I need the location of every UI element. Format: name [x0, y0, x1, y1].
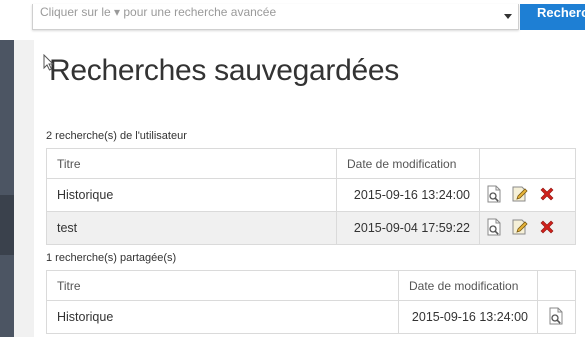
search-placeholder: Cliquer sur le ▾ pour une recherche avan… [40, 5, 277, 19]
user-searches-count: 2 recherche(s) de l'utilisateur [46, 130, 187, 142]
edit-icon[interactable] [511, 218, 529, 239]
main-content: Recherches sauvegardées 2 recherche(s) d… [34, 40, 585, 337]
shared-searches-table: Titre Date de modification Historique 20… [46, 270, 576, 334]
search-title: Historique [46, 300, 399, 334]
column-header-title: Titre [46, 270, 399, 301]
edit-icon[interactable] [511, 185, 529, 206]
mouse-cursor-icon [43, 54, 55, 71]
top-bar: Cliquer sur le ▾ pour une recherche avan… [0, 0, 585, 40]
column-header-date: Date de modification [398, 270, 538, 301]
table-row: test 2015-09-04 17:59:22 [46, 211, 576, 245]
column-header-actions [479, 148, 576, 179]
user-searches-table: Titre Date de modification Historique 20… [46, 148, 576, 245]
search-input[interactable]: Cliquer sur le ▾ pour une recherche avan… [32, 4, 519, 30]
delete-icon[interactable] [539, 186, 555, 205]
left-gutter [14, 40, 34, 337]
modification-date: 2015-09-16 13:24:00 [336, 178, 480, 212]
search-button[interactable]: Recherche [520, 4, 585, 30]
sidebar [0, 40, 14, 337]
table-header: Titre Date de modification [46, 148, 576, 179]
chevron-down-icon[interactable] [504, 14, 512, 19]
table-row: Historique 2015-09-16 13:24:00 [46, 300, 576, 334]
column-header-actions [537, 270, 576, 301]
shared-searches-count: 1 recherche(s) partagée(s) [46, 252, 177, 264]
modification-date: 2015-09-04 17:59:22 [336, 211, 480, 245]
view-icon[interactable] [486, 218, 502, 239]
sidebar-active-item[interactable] [0, 195, 14, 255]
search-title: Historique [46, 178, 337, 212]
row-actions [537, 300, 576, 334]
column-header-title: Titre [46, 148, 337, 179]
row-actions [479, 178, 576, 212]
view-icon[interactable] [548, 307, 564, 328]
search-title: test [46, 211, 337, 245]
modification-date: 2015-09-16 13:24:00 [398, 300, 538, 334]
view-icon[interactable] [486, 185, 502, 206]
page-title: Recherches sauvegardées [49, 54, 399, 87]
table-header: Titre Date de modification [46, 270, 576, 301]
delete-icon[interactable] [539, 219, 555, 238]
row-actions [479, 211, 576, 245]
column-header-date: Date de modification [336, 148, 480, 179]
table-row: Historique 2015-09-16 13:24:00 [46, 178, 576, 212]
